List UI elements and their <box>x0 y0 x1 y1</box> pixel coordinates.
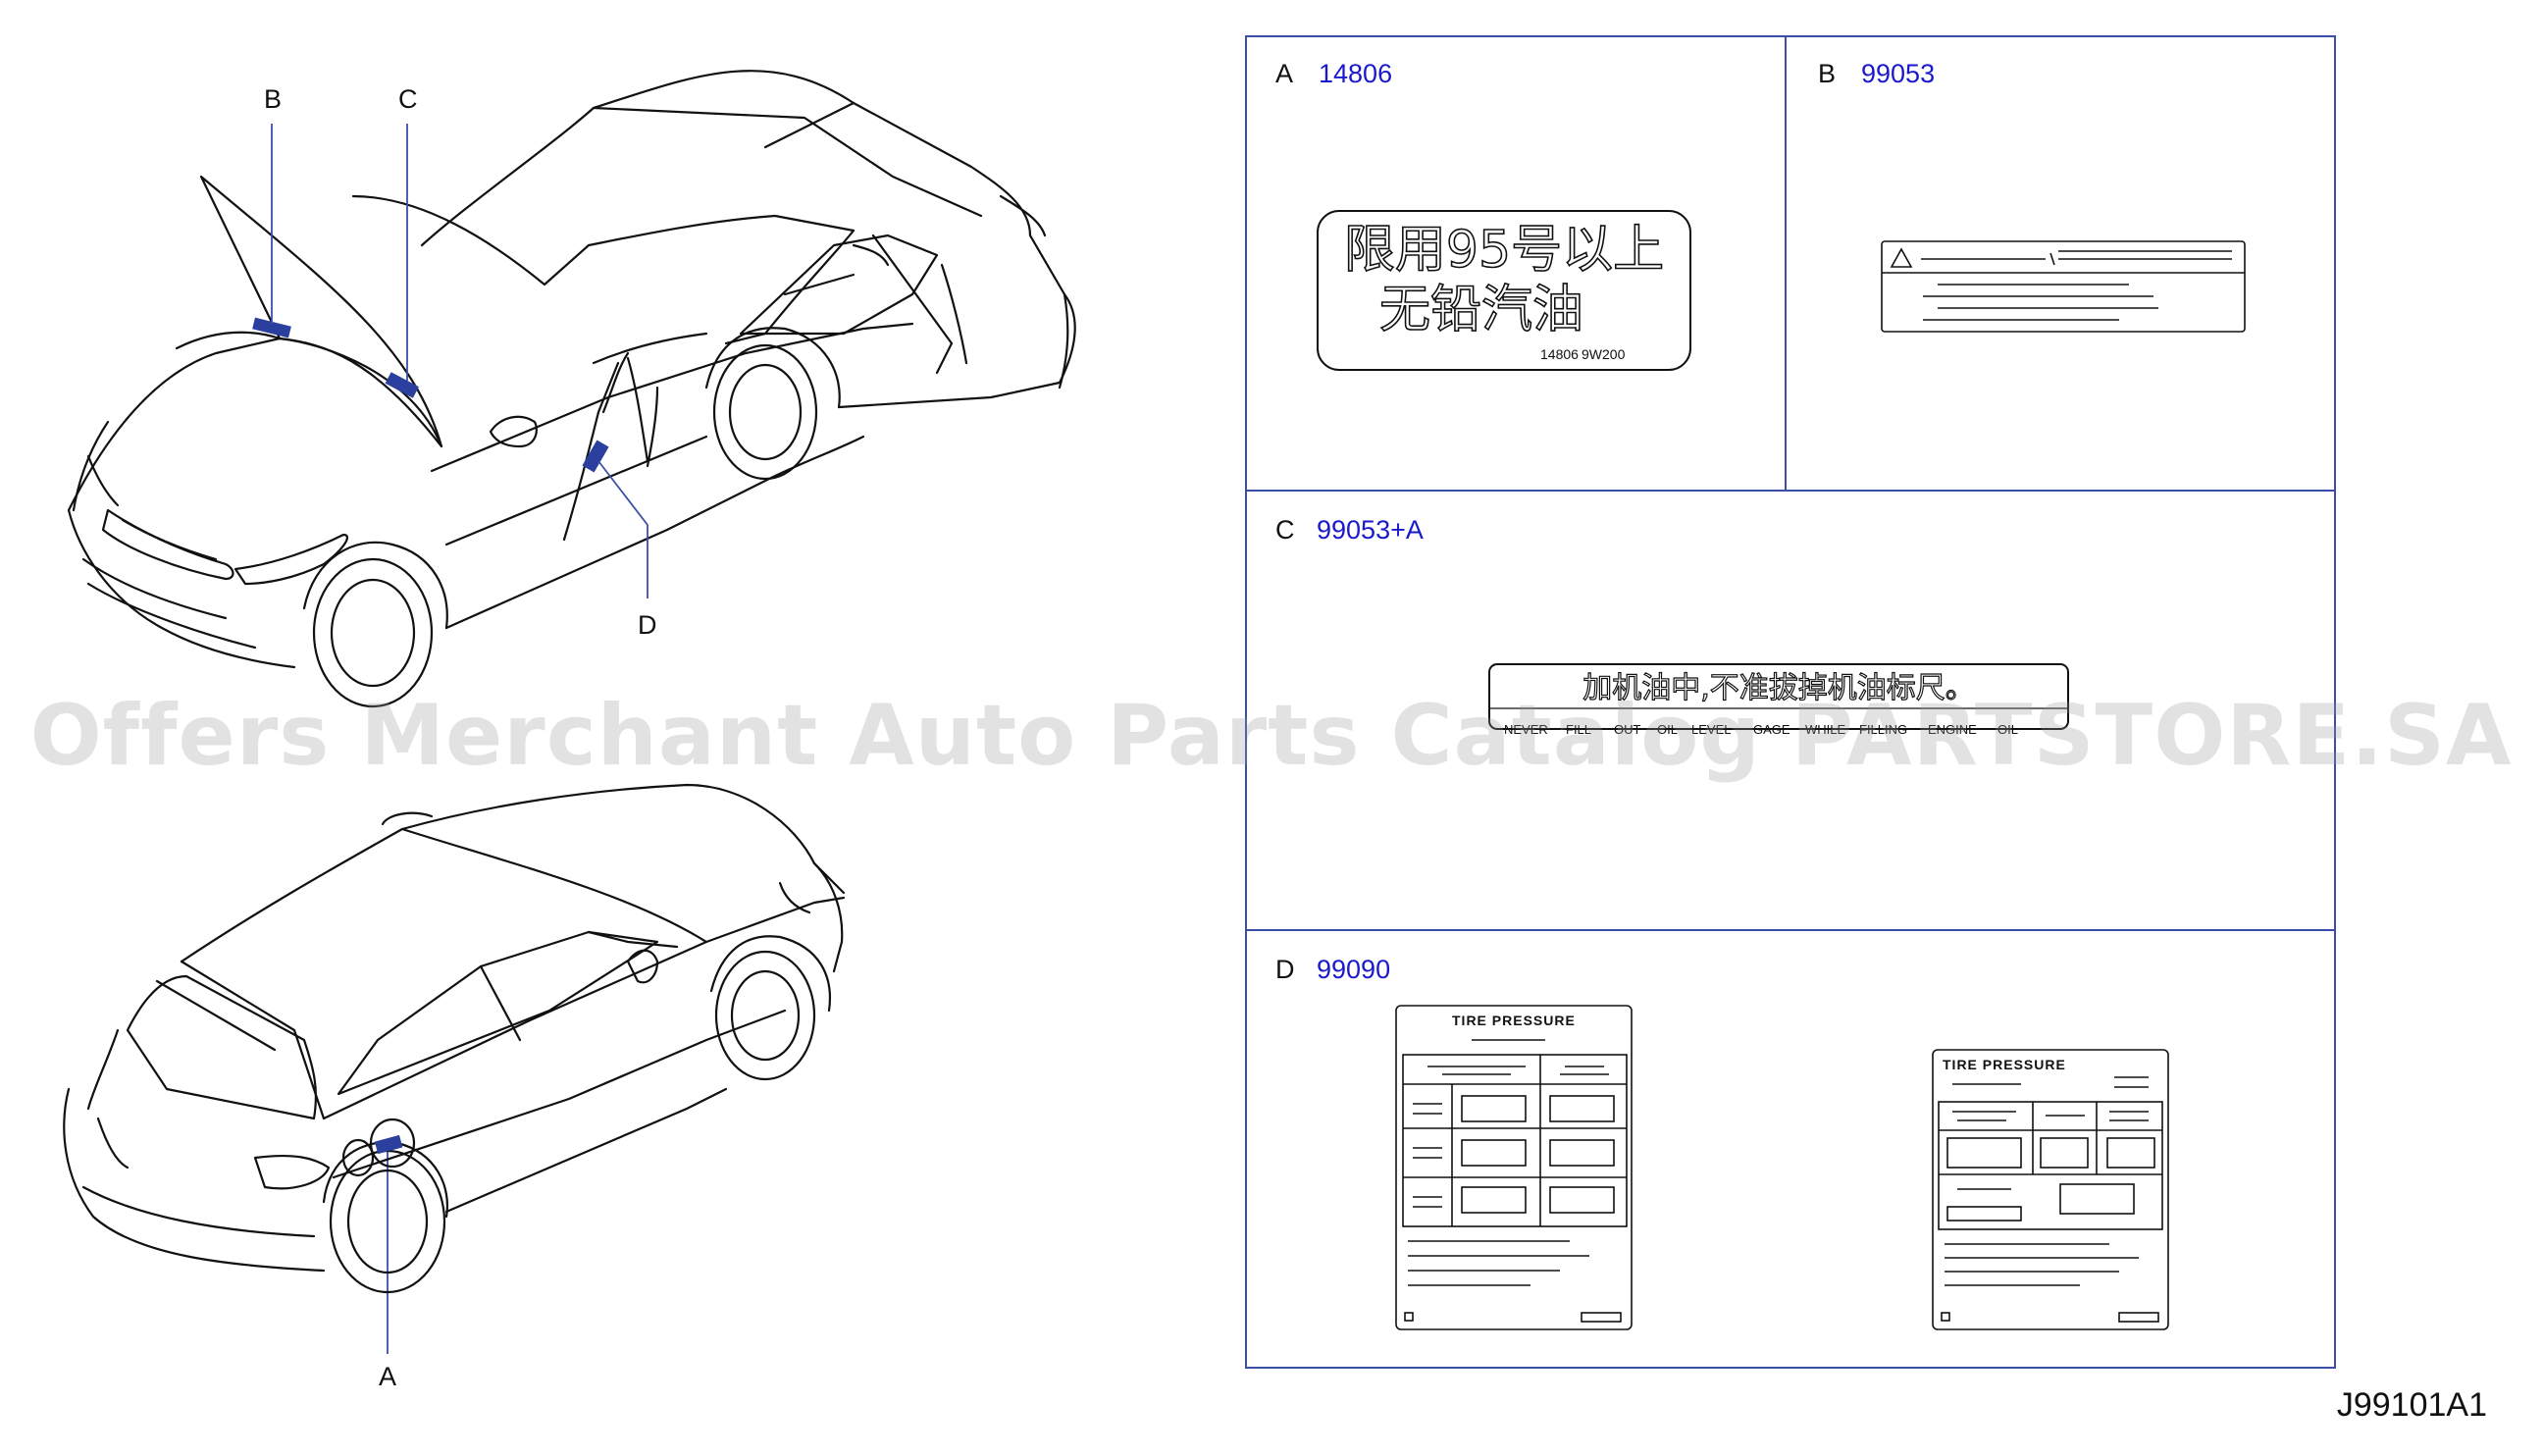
front-car-markers <box>252 317 609 473</box>
panel-b-letter: B <box>1818 59 1836 88</box>
panel-b-part-no[interactable]: 99053 <box>1861 59 1935 88</box>
watermark-text: Offers Merchant Auto Parts Catalog PARTS… <box>29 687 2513 785</box>
label-d-2-title: TIRE PRESSURE <box>1943 1057 2066 1072</box>
label-d-1-title: TIRE PRESSURE <box>1452 1013 1576 1028</box>
diagram-code: J99101A1 <box>2336 1386 2487 1424</box>
marker-c <box>385 372 419 398</box>
callout-b: B <box>264 84 282 114</box>
label-a-line2: 无铅汽油 <box>1379 281 1583 339</box>
label-a-fuel: 限用95号以上 无铅汽油 14806 9W200 <box>1317 210 1691 371</box>
callout-d: D <box>638 610 657 640</box>
callout-c: C <box>398 84 418 114</box>
rear-car-drawing <box>63 783 846 1294</box>
panel-a-letter: A <box>1275 59 1293 88</box>
warning-triangle-icon <box>1890 247 1913 268</box>
callout-a: A <box>379 1362 396 1391</box>
label-a-line1: 限用95号以上 <box>1344 221 1664 280</box>
label-d-tire-2: TIRE PRESSURE <box>1932 1049 2169 1330</box>
front-car-drawing <box>67 70 1076 708</box>
label-a-code1: 14806 <box>1540 346 1579 362</box>
panel-c-letter: C <box>1275 515 1295 545</box>
label-a-code2: 9W200 <box>1582 346 1626 362</box>
label-b-warning <box>1881 240 2246 333</box>
panel-d-letter: D <box>1275 955 1295 984</box>
panel-a-part-no[interactable]: 14806 <box>1319 59 1392 88</box>
label-d-tire-1: TIRE PRESSURE <box>1395 1005 1633 1330</box>
panel-c-part-no[interactable]: 99053+A <box>1317 515 1424 545</box>
panel-d-part-no[interactable]: 99090 <box>1317 955 1390 984</box>
